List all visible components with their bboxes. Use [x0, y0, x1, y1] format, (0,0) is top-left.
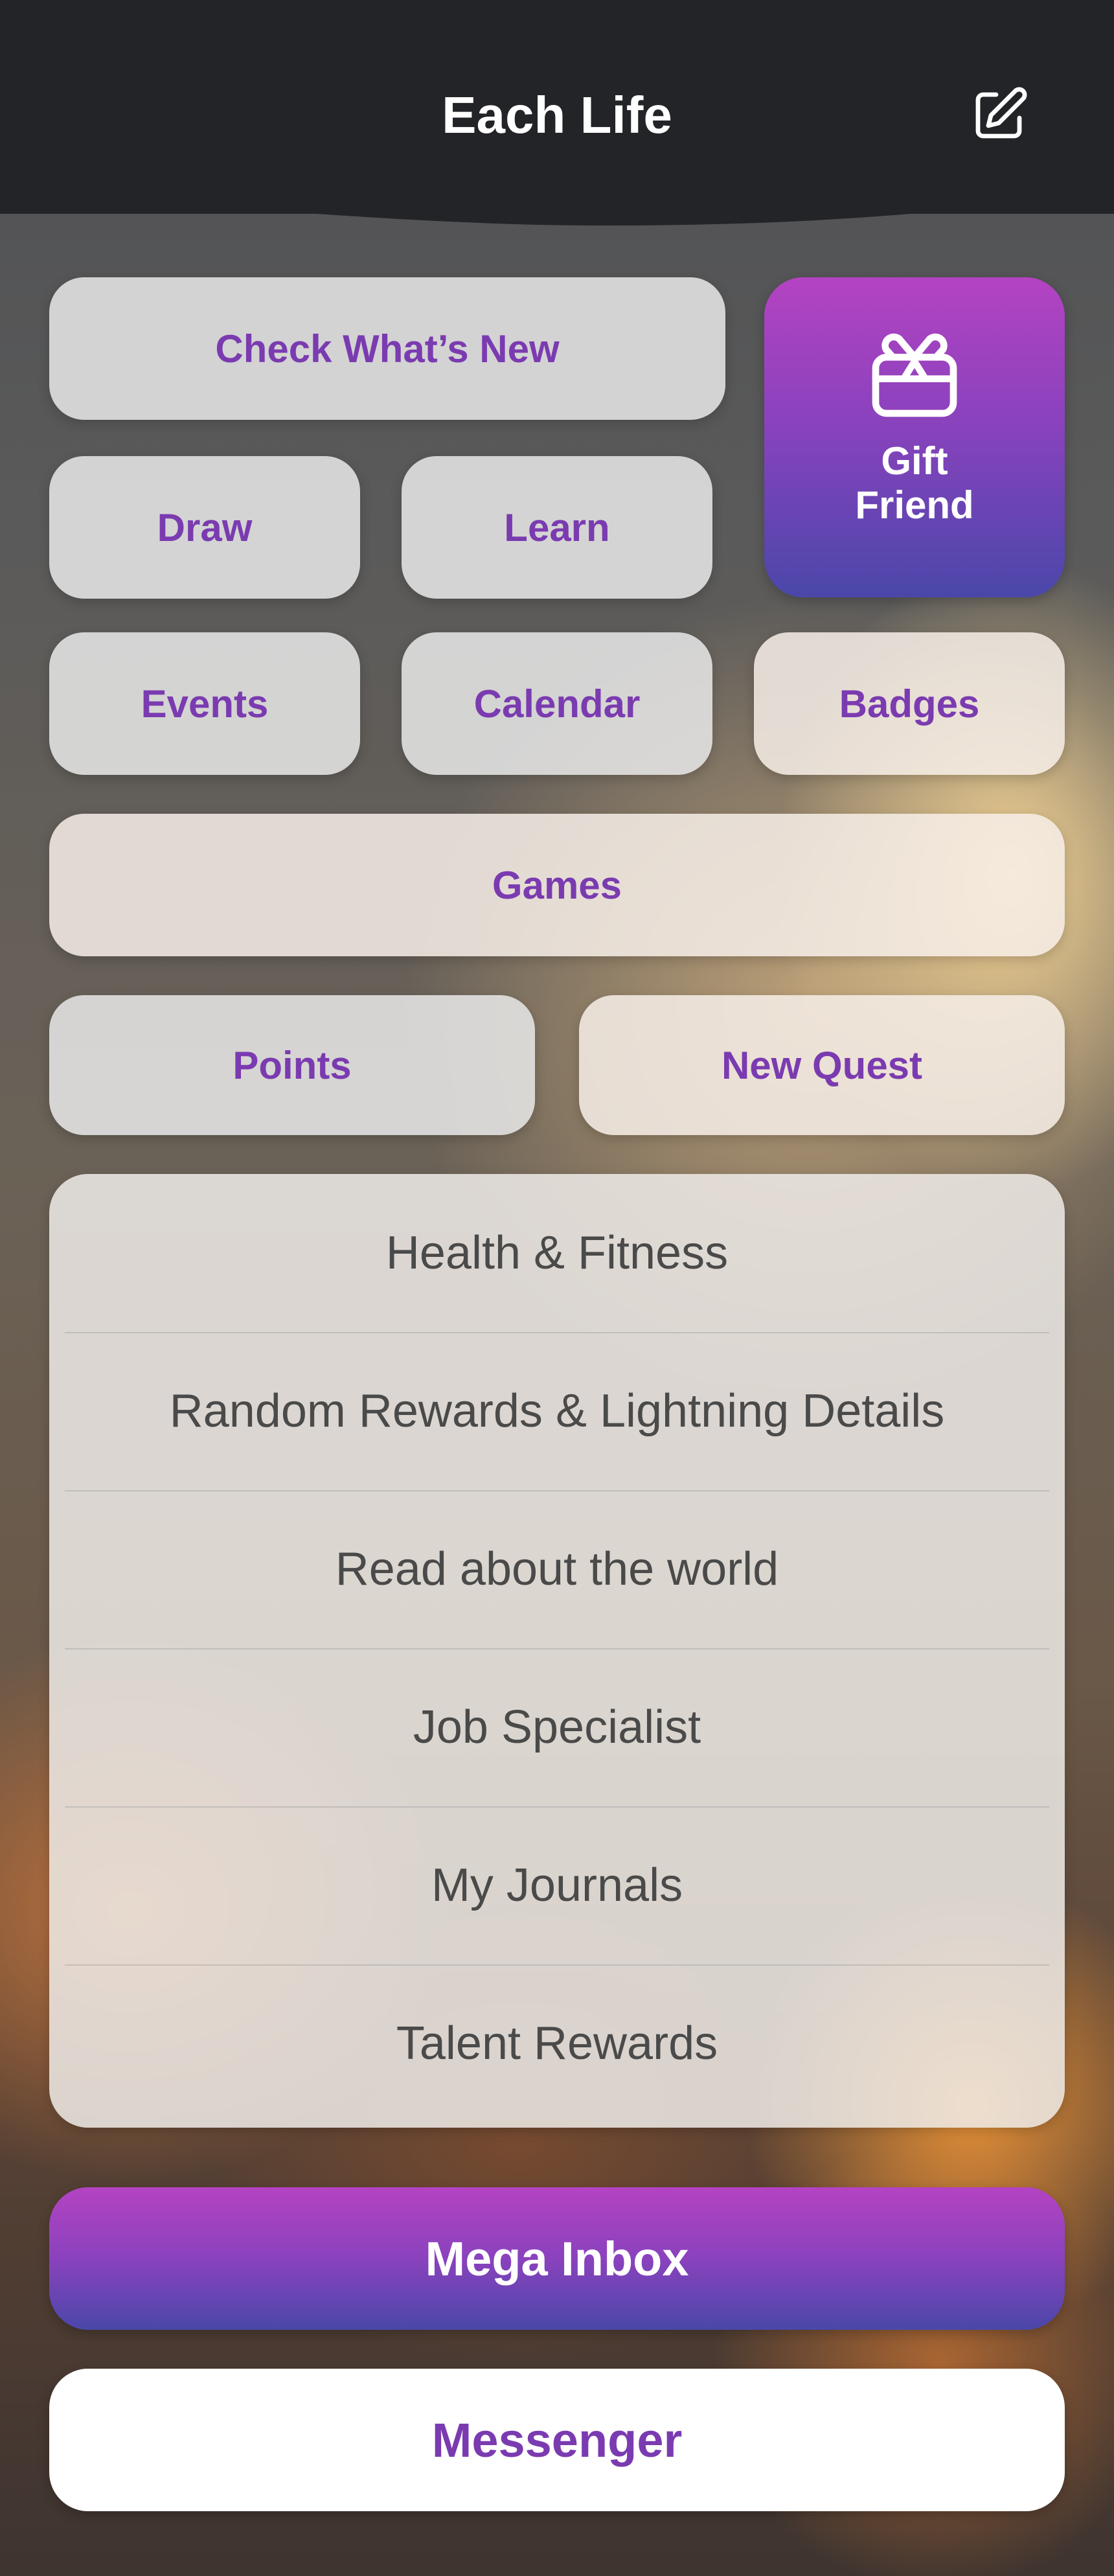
- calendar-label: Calendar: [473, 682, 641, 726]
- messenger-label: Messenger: [431, 2413, 683, 2467]
- list-item-job-specialist[interactable]: Job Specialist: [49, 1648, 1065, 1806]
- check-whats-new-button[interactable]: Check What’s New: [49, 277, 725, 420]
- list-item-label: Job Specialist: [413, 1701, 701, 1753]
- mega-inbox-button[interactable]: Mega Inbox: [49, 2187, 1065, 2330]
- edit-icon: [975, 87, 1027, 139]
- draw-button[interactable]: Draw: [49, 456, 360, 599]
- list-item-label: Health & Fitness: [385, 1227, 729, 1279]
- new-quest-button[interactable]: New Quest: [579, 995, 1065, 1135]
- games-label: Games: [492, 863, 622, 907]
- list-item-random-rewards[interactable]: Random Rewards & Lightning Details: [49, 1332, 1065, 1490]
- edit-button[interactable]: [966, 83, 1031, 148]
- points-label: Points: [233, 1043, 352, 1087]
- list-item-my-journals[interactable]: My Journals: [49, 1806, 1065, 1964]
- gift-icon: [872, 333, 957, 417]
- page-title: Each Life: [442, 86, 672, 144]
- list-item-label: Random Rewards & Lightning Details: [169, 1385, 945, 1437]
- gift-friend-label: Gift Friend: [855, 439, 974, 527]
- list-item-read-about-world[interactable]: Read about the world: [49, 1490, 1065, 1648]
- menu-list: Health & Fitness Random Rewards & Lightn…: [49, 1174, 1065, 2128]
- learn-button[interactable]: Learn: [402, 456, 712, 599]
- events-label: Events: [141, 682, 269, 726]
- list-item-talent-rewards[interactable]: Talent Rewards: [49, 1964, 1065, 2122]
- list-item-label: Talent Rewards: [396, 2018, 718, 2069]
- calendar-button[interactable]: Calendar: [402, 632, 712, 775]
- badges-button[interactable]: Badges: [754, 632, 1065, 775]
- events-button[interactable]: Events: [49, 632, 360, 775]
- badges-label: Badges: [839, 682, 980, 726]
- header-wave: [0, 188, 1114, 226]
- check-whats-new-label: Check What’s New: [215, 327, 560, 371]
- new-quest-label: New Quest: [721, 1043, 923, 1087]
- draw-label: Draw: [157, 505, 253, 549]
- learn-label: Learn: [504, 505, 610, 549]
- list-item-label: Read about the world: [335, 1543, 779, 1595]
- list-item-health-fitness[interactable]: Health & Fitness: [49, 1174, 1065, 1332]
- list-item-label: My Journals: [431, 1859, 683, 1911]
- points-button[interactable]: Points: [49, 995, 535, 1135]
- messenger-button[interactable]: Messenger: [49, 2369, 1065, 2511]
- mega-inbox-label: Mega Inbox: [425, 2231, 689, 2286]
- games-button[interactable]: Games: [49, 814, 1065, 956]
- gift-friend-button[interactable]: Gift Friend: [764, 277, 1065, 597]
